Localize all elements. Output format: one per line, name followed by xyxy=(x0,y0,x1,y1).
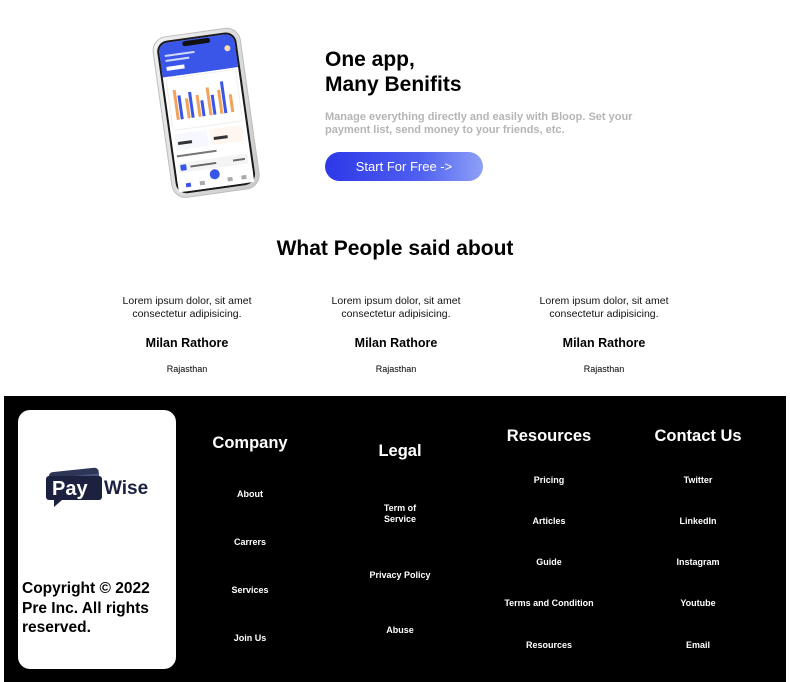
testimonials-title: What People said about xyxy=(276,237,514,260)
hero-description: Manage everything directly and easily wi… xyxy=(325,111,633,136)
footer-link-services[interactable]: Services xyxy=(190,585,310,596)
testimonial-quote: Lorem ipsum dolor, sit amet consectetur … xyxy=(331,295,461,320)
testimonial-name: Milan Rathore xyxy=(354,336,438,350)
footer-column-resources: Resources Pricing Articles Guide Terms a… xyxy=(484,396,614,682)
footer-link-terms-and-condition[interactable]: Terms and Condition xyxy=(484,598,614,609)
testimonial-name: Milan Rathore xyxy=(145,336,229,350)
testimonial-card: Lorem ipsum dolor, sit amet consectetur … xyxy=(107,295,267,374)
footer-column-contact: Contact Us Twitter LinkedIn Instagram Yo… xyxy=(633,396,763,682)
footer-heading-contact: Contact Us xyxy=(654,427,742,445)
testimonial-name: Milan Rathore xyxy=(562,336,646,350)
hero-title-line-2: Many Benifits xyxy=(325,73,462,96)
testimonial-place: Rajasthan xyxy=(166,364,208,374)
footer-link-articles[interactable]: Articles xyxy=(484,516,614,527)
phone-mockup-image xyxy=(152,27,260,198)
footer-link-instagram[interactable]: Instagram xyxy=(633,557,763,568)
footer-link-email[interactable]: Email xyxy=(633,640,763,651)
footer-link-resources[interactable]: Resources xyxy=(484,640,614,651)
footer-link-join-us[interactable]: Join Us xyxy=(190,633,310,644)
logo-text-wise: Wise xyxy=(104,478,148,499)
footer: Pay Wise Copyright © 2022 Pre Inc. All r… xyxy=(4,396,786,682)
brand-card: Pay Wise Copyright © 2022 Pre Inc. All r… xyxy=(18,410,176,669)
testimonial-quote: Lorem ipsum dolor, sit amet consectetur … xyxy=(539,295,669,320)
start-for-free-button[interactable]: Start For Free -> xyxy=(325,152,483,181)
footer-heading-resources: Resources xyxy=(506,427,592,445)
footer-link-term-of-service[interactable]: Term of Service xyxy=(370,503,430,525)
footer-link-twitter[interactable]: Twitter xyxy=(633,475,763,486)
logo-text-pay: Pay xyxy=(52,478,88,500)
testimonial-card: Lorem ipsum dolor, sit amet consectetur … xyxy=(316,295,476,374)
testimonial-place: Rajasthan xyxy=(583,364,625,374)
footer-column-company: Company About Carrers Services Join Us xyxy=(190,396,310,682)
footer-link-carrers[interactable]: Carrers xyxy=(190,537,310,548)
testimonial-place: Rajasthan xyxy=(375,364,417,374)
footer-link-pricing[interactable]: Pricing xyxy=(484,475,614,486)
footer-heading-legal: Legal xyxy=(378,442,422,460)
testimonial-card: Lorem ipsum dolor, sit amet consectetur … xyxy=(524,295,684,374)
footer-link-about[interactable]: About xyxy=(190,489,310,500)
paywise-logo: Pay Wise xyxy=(46,467,148,507)
footer-link-youtube[interactable]: Youtube xyxy=(633,598,763,609)
hero-title: One app, Many Benifits xyxy=(325,47,462,97)
footer-column-legal: Legal Term of Service Privacy Policy Abu… xyxy=(340,396,460,682)
testimonial-quote: Lorem ipsum dolor, sit amet consectetur … xyxy=(122,295,252,320)
hero-section: One app, Many Benifits Manage everything… xyxy=(0,0,790,215)
footer-link-guide[interactable]: Guide xyxy=(484,557,614,568)
footer-link-privacy-policy[interactable]: Privacy Policy xyxy=(340,570,460,581)
hero-title-line-1: One app, xyxy=(325,48,415,71)
footer-link-linkedin[interactable]: LinkedIn xyxy=(633,516,763,527)
copyright-text: Copyright © 2022 Pre Inc. All rights res… xyxy=(22,580,150,636)
footer-heading-company: Company xyxy=(212,434,288,452)
footer-link-abuse[interactable]: Abuse xyxy=(340,625,460,636)
